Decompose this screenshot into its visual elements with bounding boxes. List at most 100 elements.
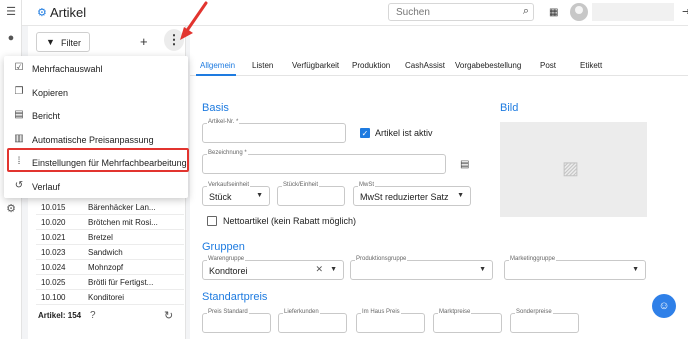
- article-name: Mohnzopf: [88, 263, 124, 272]
- search-icon[interactable]: ⌕: [523, 5, 529, 18]
- bezeichnung-field[interactable]: Bezeichnung *: [202, 150, 446, 174]
- add-icon[interactable]: +: [140, 34, 148, 49]
- tab-bar: Allgemein Listen Verfügbarkeit Produktion Ca…: [190, 58, 688, 76]
- warengruppe-select[interactable]: Warengruppe Kondtorei ✕ ▼: [202, 256, 344, 280]
- search-box[interactable]: ⌕: [388, 3, 534, 21]
- settings-icon[interactable]: ⚙: [5, 203, 17, 215]
- chevron-down-icon: ▼: [632, 266, 639, 273]
- gear-icon: ⚙: [37, 7, 47, 19]
- article-detail: Allgemein Listen Verfügbarkeit Produktion Ca…: [190, 26, 688, 339]
- list-item[interactable]: 10.015 Bärenhäcker Lan...: [36, 200, 184, 215]
- article-number: 10.024: [41, 263, 66, 272]
- copy-icon: ❐: [14, 85, 24, 97]
- stueck-einheit-field[interactable]: Stück/Einheit: [277, 182, 345, 206]
- article-number: 10.021: [41, 233, 66, 242]
- list-item[interactable]: 10.025 Brötli für Fertigst...: [36, 275, 184, 290]
- menu-item[interactable]: ☑ Mehrfachauswahl: [4, 58, 188, 80]
- tab-listen[interactable]: Listen: [252, 61, 273, 70]
- menu-item-label: Mehrfachauswahl: [32, 64, 103, 74]
- chevron-down-icon: ▼: [457, 192, 464, 199]
- netto-checkbox[interactable]: [207, 216, 217, 226]
- price-field-label: Sonderpreise: [515, 309, 553, 315]
- price-field-label: Preis Standard: [207, 309, 249, 315]
- section-basis: Basis: [202, 102, 229, 114]
- menu-item-label: Bericht: [32, 111, 61, 121]
- history-icon: ↺: [14, 179, 24, 191]
- logout-icon[interactable]: ⇥: [682, 5, 688, 18]
- avatar[interactable]: [570, 3, 588, 21]
- artikel-nr-field[interactable]: Artikel-Nr. *: [202, 119, 346, 143]
- menu-item-label: Verlauf: [32, 181, 61, 192]
- checkbox-list-icon: ☑: [14, 62, 24, 73]
- marketinggruppe-select[interactable]: Marketinggruppe ▼: [504, 256, 646, 280]
- tab-allgemein[interactable]: Allgemein: [200, 61, 235, 70]
- refresh-icon[interactable]: ↻: [164, 309, 173, 322]
- menu-item[interactable]: ⁞ Einstellungen für Mehrfachbearbeitung: [4, 152, 188, 174]
- image-dropzone[interactable]: ▨: [500, 122, 647, 217]
- section-bild: Bild: [500, 102, 519, 114]
- menu-item[interactable]: ▥ Automatische Preisanpassung: [4, 129, 188, 151]
- price-field-label: Lieferkunden: [283, 309, 320, 315]
- article-name: Sandwich: [88, 248, 123, 257]
- aktiv-label: Artikel ist aktiv: [375, 128, 433, 138]
- article-number: 10.015: [41, 203, 66, 212]
- section-gruppen: Gruppen: [202, 241, 245, 253]
- menu-item-label: Kopieren: [32, 87, 69, 98]
- price-field[interactable]: Preis Standard: [202, 309, 271, 333]
- article-name: Bärenhäcker Lan...: [88, 203, 156, 212]
- help-icon[interactable]: ?: [90, 310, 96, 321]
- price-field[interactable]: Lieferkunden: [278, 309, 347, 333]
- hamburger-menu-icon[interactable]: ☰: [5, 6, 17, 18]
- page-title: Artikel: [50, 5, 87, 20]
- tab-verfügbarkeit[interactable]: Verfügbarkeit: [292, 61, 339, 70]
- list-item[interactable]: 10.024 Mohnzopf: [36, 260, 184, 275]
- tab-vorgabebestellung[interactable]: Vorgabebestellung: [455, 61, 521, 70]
- article-number: 10.023: [41, 248, 66, 257]
- article-name: Bretzel: [88, 233, 113, 242]
- notes-icon[interactable]: ▤: [460, 159, 469, 170]
- list-item[interactable]: 10.023 Sandwich: [36, 245, 184, 260]
- price-field-label: Im Haus Preis: [361, 309, 401, 315]
- article-number: 10.100: [41, 293, 66, 302]
- article-name: Konditorei: [88, 293, 125, 302]
- tab-produktion[interactable]: Produktion: [352, 61, 390, 70]
- list-item[interactable]: 10.020 Brötchen mit Rosi...: [36, 215, 184, 230]
- chevron-down-icon: ▼: [256, 192, 263, 199]
- section-standardpreis: Standartpreis: [202, 291, 268, 303]
- menu-item[interactable]: ↺ Verlauf: [4, 176, 188, 198]
- price-field[interactable]: Im Haus Preis: [356, 309, 425, 333]
- filter-button[interactable]: ▼ Filter: [36, 32, 90, 52]
- netto-label: Nettoartikel (kein Rabatt möglich): [223, 216, 357, 226]
- article-list: 10.015 Bärenhäcker Lan... 10.020 Brötchen m…: [36, 200, 184, 305]
- search-input[interactable]: [396, 7, 506, 18]
- report-icon: ▤: [14, 109, 24, 120]
- mwst-select[interactable]: MwSt MwSt reduzierter Satz ▼: [353, 182, 471, 206]
- image-placeholder-icon: ▨: [562, 158, 580, 178]
- annotation-arrow: [180, 1, 208, 40]
- assistant-bot-button[interactable]: ☺: [652, 294, 676, 318]
- article-name: Brötchen mit Rosi...: [88, 218, 158, 227]
- user-icon[interactable]: ●: [5, 32, 17, 44]
- apps-grid-icon[interactable]: ▦: [549, 7, 558, 18]
- list-item[interactable]: 10.021 Bretzel: [36, 230, 184, 245]
- tab-etikett[interactable]: Etikett: [580, 61, 602, 70]
- article-number: 10.020: [41, 218, 66, 227]
- chevron-down-icon: ▼: [479, 266, 486, 273]
- list-item[interactable]: 10.100 Konditorei: [36, 290, 184, 305]
- more-options-menu: ☑ Mehrfachauswahl ❐ Kopieren ▤ Bericht ▥ Automa…: [4, 56, 189, 198]
- user-name-block: [592, 3, 674, 21]
- menu-item[interactable]: ❐ Kopieren: [4, 82, 188, 104]
- tab-cashassist[interactable]: CashAssist: [405, 61, 445, 70]
- price-field[interactable]: Sonderpreise: [510, 309, 579, 333]
- document-icon: ▥: [14, 132, 24, 144]
- aktiv-checkbox[interactable]: ✓: [360, 128, 370, 138]
- article-name: Brötli für Fertigst...: [88, 278, 154, 287]
- tab-post[interactable]: Post: [540, 61, 556, 70]
- clear-icon[interactable]: ✕: [315, 264, 323, 275]
- verkaufseinheit-select[interactable]: Verkaufseinheit Stück ▼: [202, 182, 270, 206]
- multi-edit-settings-icon: ⁞: [17, 156, 21, 167]
- menu-item[interactable]: ▤ Bericht: [4, 105, 188, 127]
- article-number: 10.025: [41, 278, 66, 287]
- produktionsgruppe-select[interactable]: Produktionsgruppe ▼: [350, 256, 493, 280]
- price-field[interactable]: Marktpreise: [433, 309, 502, 333]
